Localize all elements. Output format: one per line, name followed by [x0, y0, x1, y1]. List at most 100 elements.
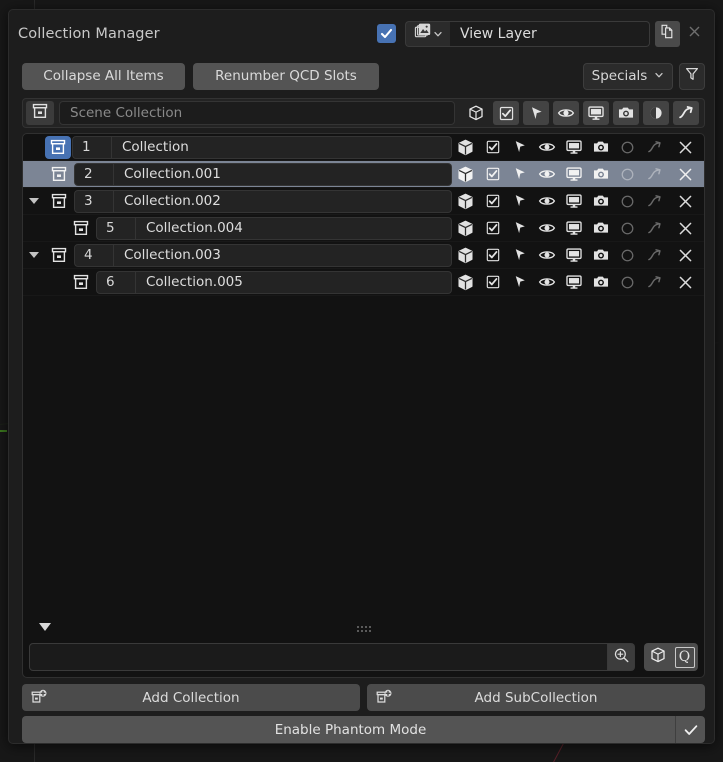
eye-visible-icon[interactable]	[533, 215, 560, 242]
qcd-slot-number[interactable]: 1	[72, 135, 112, 159]
remove-collection-button[interactable]	[668, 269, 702, 296]
collection-row[interactable]: 1 Collection	[23, 134, 704, 161]
eye-visible-icon[interactable]	[533, 188, 560, 215]
indirect-only-icon[interactable]	[641, 188, 668, 215]
camera-render-icon[interactable]	[587, 215, 614, 242]
holdout-circle-icon[interactable]	[643, 101, 669, 125]
collection-tree-empty-area[interactable]	[23, 296, 704, 615]
collection-box-icon[interactable]	[45, 188, 73, 215]
camera-render-icon[interactable]	[587, 134, 614, 161]
render-cube-icon[interactable]	[452, 269, 479, 296]
indirect-only-icon[interactable]	[641, 161, 668, 188]
view-layer-remove-button[interactable]	[682, 21, 706, 47]
specials-dropdown[interactable]: Specials	[583, 62, 673, 90]
view-layer-name-input[interactable]: View Layer	[450, 20, 650, 47]
collection-row[interactable]: 6 Collection.005	[23, 269, 704, 296]
qcd-slot-number[interactable]: 5	[96, 216, 136, 240]
monitor-viewport-icon[interactable]	[560, 242, 587, 269]
enable-phantom-mode-button[interactable]: Enable Phantom Mode	[22, 716, 705, 743]
camera-render-icon[interactable]	[587, 242, 614, 269]
holdout-circle-icon[interactable]	[614, 242, 641, 269]
eye-visible-icon[interactable]	[533, 242, 560, 269]
qcd-slot-number[interactable]: 4	[74, 243, 114, 267]
monitor-viewport-icon[interactable]	[560, 188, 587, 215]
cursor-select-icon[interactable]	[506, 269, 533, 296]
holdout-circle-icon[interactable]	[614, 161, 641, 188]
camera-render-icon[interactable]	[587, 188, 614, 215]
cursor-select-icon[interactable]	[523, 101, 549, 125]
eye-visible-icon[interactable]	[553, 101, 579, 125]
render-cube-icon[interactable]	[452, 242, 479, 269]
collapse-all-items-button[interactable]: Collapse All Items	[22, 62, 185, 90]
checkbox-icon[interactable]	[479, 188, 506, 215]
camera-render-icon[interactable]	[587, 269, 614, 296]
collection-name-input[interactable]: Collection.002	[114, 189, 452, 213]
triangle-down-icon[interactable]	[39, 623, 51, 631]
qcd-search-input[interactable]	[29, 643, 608, 671]
qcd-slot-number[interactable]: 6	[96, 270, 136, 294]
remove-collection-button[interactable]	[668, 134, 702, 161]
collection-box-icon[interactable]	[45, 135, 71, 159]
qcd-slot-number[interactable]: 2	[74, 162, 114, 186]
camera-render-icon[interactable]	[587, 161, 614, 188]
indirect-only-icon[interactable]	[641, 269, 668, 296]
render-cube-icon[interactable]	[452, 188, 479, 215]
indirect-only-icon[interactable]	[673, 101, 699, 125]
eye-visible-icon[interactable]	[533, 134, 560, 161]
remove-collection-button[interactable]	[668, 161, 702, 188]
holdout-circle-icon[interactable]	[614, 188, 641, 215]
qcd-slot-button[interactable]: Q	[671, 643, 698, 671]
collection-box-icon[interactable]	[45, 242, 73, 269]
renumber-qcd-slots-button[interactable]: Renumber QCD Slots	[193, 62, 379, 90]
filter-button[interactable]	[679, 62, 705, 90]
cursor-select-icon[interactable]	[506, 134, 533, 161]
view-layer-icon-dropdown[interactable]	[405, 20, 450, 47]
checkbox-icon[interactable]	[493, 101, 519, 125]
collection-row[interactable]: 5 Collection.004	[23, 215, 704, 242]
collection-box-icon[interactable]	[45, 161, 73, 188]
scene-collection-icon-button[interactable]	[26, 101, 54, 125]
enable-panel-checkbox[interactable]	[377, 24, 396, 43]
checkbox-icon[interactable]	[479, 269, 506, 296]
render-cube-icon[interactable]	[463, 101, 489, 125]
holdout-circle-icon[interactable]	[614, 215, 641, 242]
checkbox-icon[interactable]	[479, 215, 506, 242]
expand-collapse-triangle-icon[interactable]	[23, 242, 45, 269]
monitor-viewport-icon[interactable]	[583, 101, 609, 125]
checkbox-icon[interactable]	[479, 242, 506, 269]
cursor-select-icon[interactable]	[506, 161, 533, 188]
monitor-viewport-icon[interactable]	[560, 269, 587, 296]
holdout-circle-icon[interactable]	[614, 269, 641, 296]
collection-name-input[interactable]: Collection.001	[114, 162, 452, 186]
add-subcollection-button[interactable]: Add SubCollection	[367, 684, 705, 711]
render-cube-icon[interactable]	[452, 215, 479, 242]
cursor-select-icon[interactable]	[506, 242, 533, 269]
expand-collapse-triangle-icon[interactable]	[23, 188, 45, 215]
remove-collection-button[interactable]	[668, 242, 702, 269]
collection-row[interactable]: 3 Collection.002	[23, 188, 704, 215]
check-icon[interactable]	[675, 716, 705, 743]
collection-name-input[interactable]: Collection.004	[136, 216, 452, 240]
collection-name-input[interactable]: Collection.005	[136, 270, 452, 294]
indirect-only-icon[interactable]	[641, 242, 668, 269]
qcd-slot-number[interactable]: 3	[74, 189, 114, 213]
checkbox-icon[interactable]	[479, 134, 506, 161]
collection-row[interactable]: 2 Collection.001	[23, 161, 704, 188]
collection-name-input[interactable]: Collection	[112, 135, 452, 159]
remove-collection-button[interactable]	[668, 188, 702, 215]
drag-grip-icon[interactable]	[356, 626, 371, 632]
eye-visible-icon[interactable]	[533, 269, 560, 296]
view-layer-duplicate-button[interactable]	[655, 20, 680, 47]
remove-collection-button[interactable]	[668, 215, 702, 242]
monitor-viewport-icon[interactable]	[560, 134, 587, 161]
collection-box-icon[interactable]	[67, 269, 95, 296]
qcd-search-button[interactable]	[608, 643, 635, 671]
render-cube-icon[interactable]	[452, 161, 479, 188]
monitor-viewport-icon[interactable]	[560, 161, 587, 188]
cursor-select-icon[interactable]	[506, 215, 533, 242]
qcd-move-cube-button[interactable]	[644, 643, 671, 671]
checkbox-icon[interactable]	[479, 161, 506, 188]
scene-collection-name[interactable]: Scene Collection	[59, 101, 455, 125]
cursor-select-icon[interactable]	[506, 188, 533, 215]
camera-render-icon[interactable]	[613, 101, 639, 125]
